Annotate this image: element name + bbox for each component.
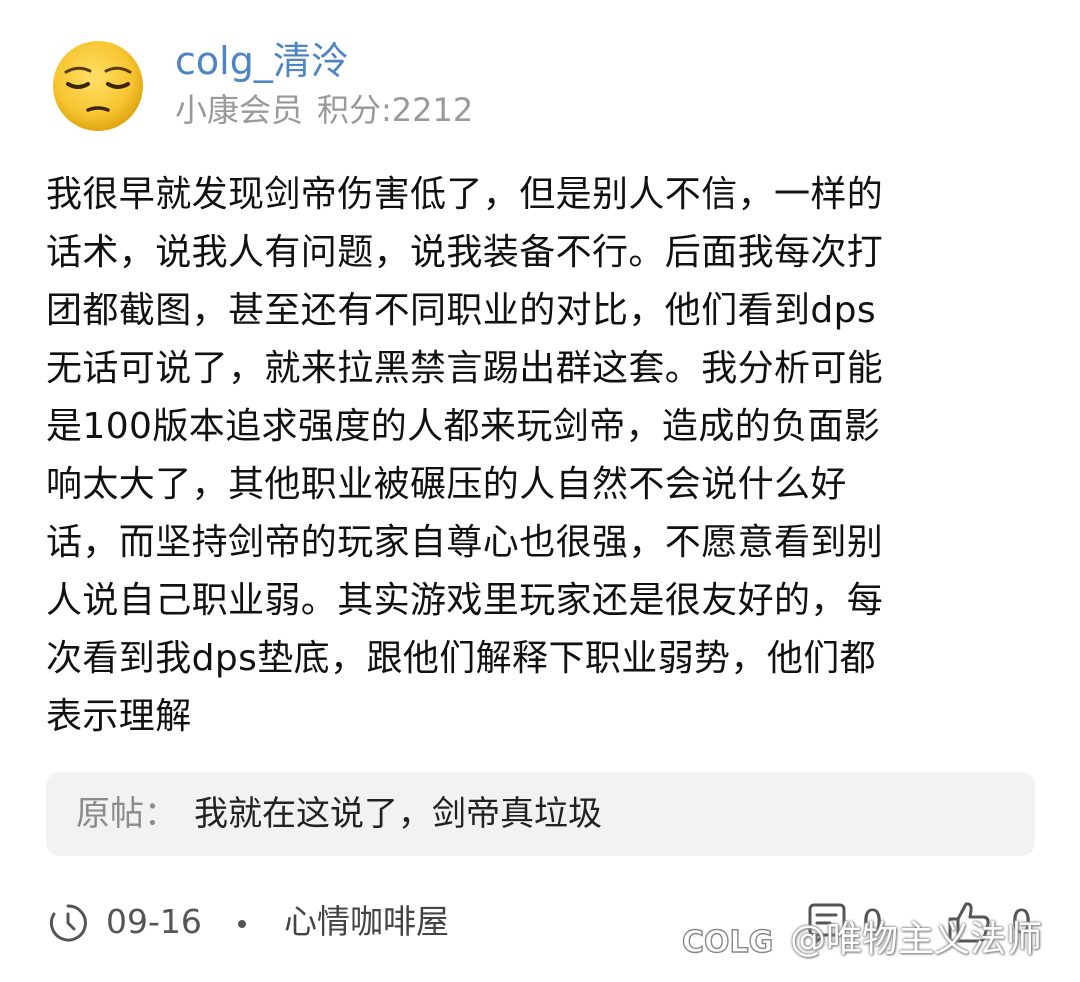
post-body-line: 响太大了，其他职业被碾压的人自然不会说什么好 [46,464,847,505]
separator-dot [238,920,246,928]
quote-label: 原帖： [76,794,178,834]
watermark-text: @唯物主义法师 [790,919,1043,960]
quote-text: 我就在这说了，剑帝真垃圾 [194,794,602,834]
author-points: 积分:2212 [317,91,474,129]
colg-logo-icon: COLG [681,924,774,960]
post-body-line: 话，而坚持剑帝的玩家自尊心也很强，不愿意看到别 [46,522,884,563]
author-rank: 小康会员 [175,91,304,129]
post-date: 09-16 [106,902,202,941]
board-link[interactable]: 心情咖啡屋 [284,899,449,945]
post-body-line: 我很早就发现剑帝伤害低了，但是别人不信，一样的 [46,174,884,215]
original-post-quote[interactable]: 原帖： 我就在这说了，剑帝真垃圾 [46,772,1035,856]
post-header: colg_清泠 小康会员 积分:2212 [50,30,1030,132]
post-body-line: 话术，说我人有问题，说我装备不行。后面我每次打 [46,232,884,273]
post-body-line: 人说自己职业弱。其实游戏里玩家还是很友好的，每 [46,580,884,621]
post-body-line: 表示理解 [46,696,192,737]
post-body-line: 无话可说了，就来拉黑禁言踢出群这套。我分析可能 [46,348,884,389]
post-body-line: 团都截图，甚至还有不同职业的对比，他们看到dps [46,290,877,331]
clock-icon [49,904,87,942]
post-body-line: 次看到我dps垫底，跟他们解释下职业弱势，他们都 [46,638,877,679]
author-meta: 小康会员 积分:2212 [175,88,473,132]
post-body: 我很早就发现剑帝伤害低了，但是别人不信，一样的 话术，说我人有问题，说我装备不行… [46,166,1030,746]
post-body-line: 是100版本追求强度的人都来玩剑帝，造成的负面影 [46,406,881,447]
avatar-sad-face-icon[interactable] [50,38,146,134]
watermark: COLG @唯物主义法师 [680,912,1070,968]
author-name[interactable]: colg_清泠 [175,36,349,86]
svg-text:COLG: COLG [682,925,773,960]
